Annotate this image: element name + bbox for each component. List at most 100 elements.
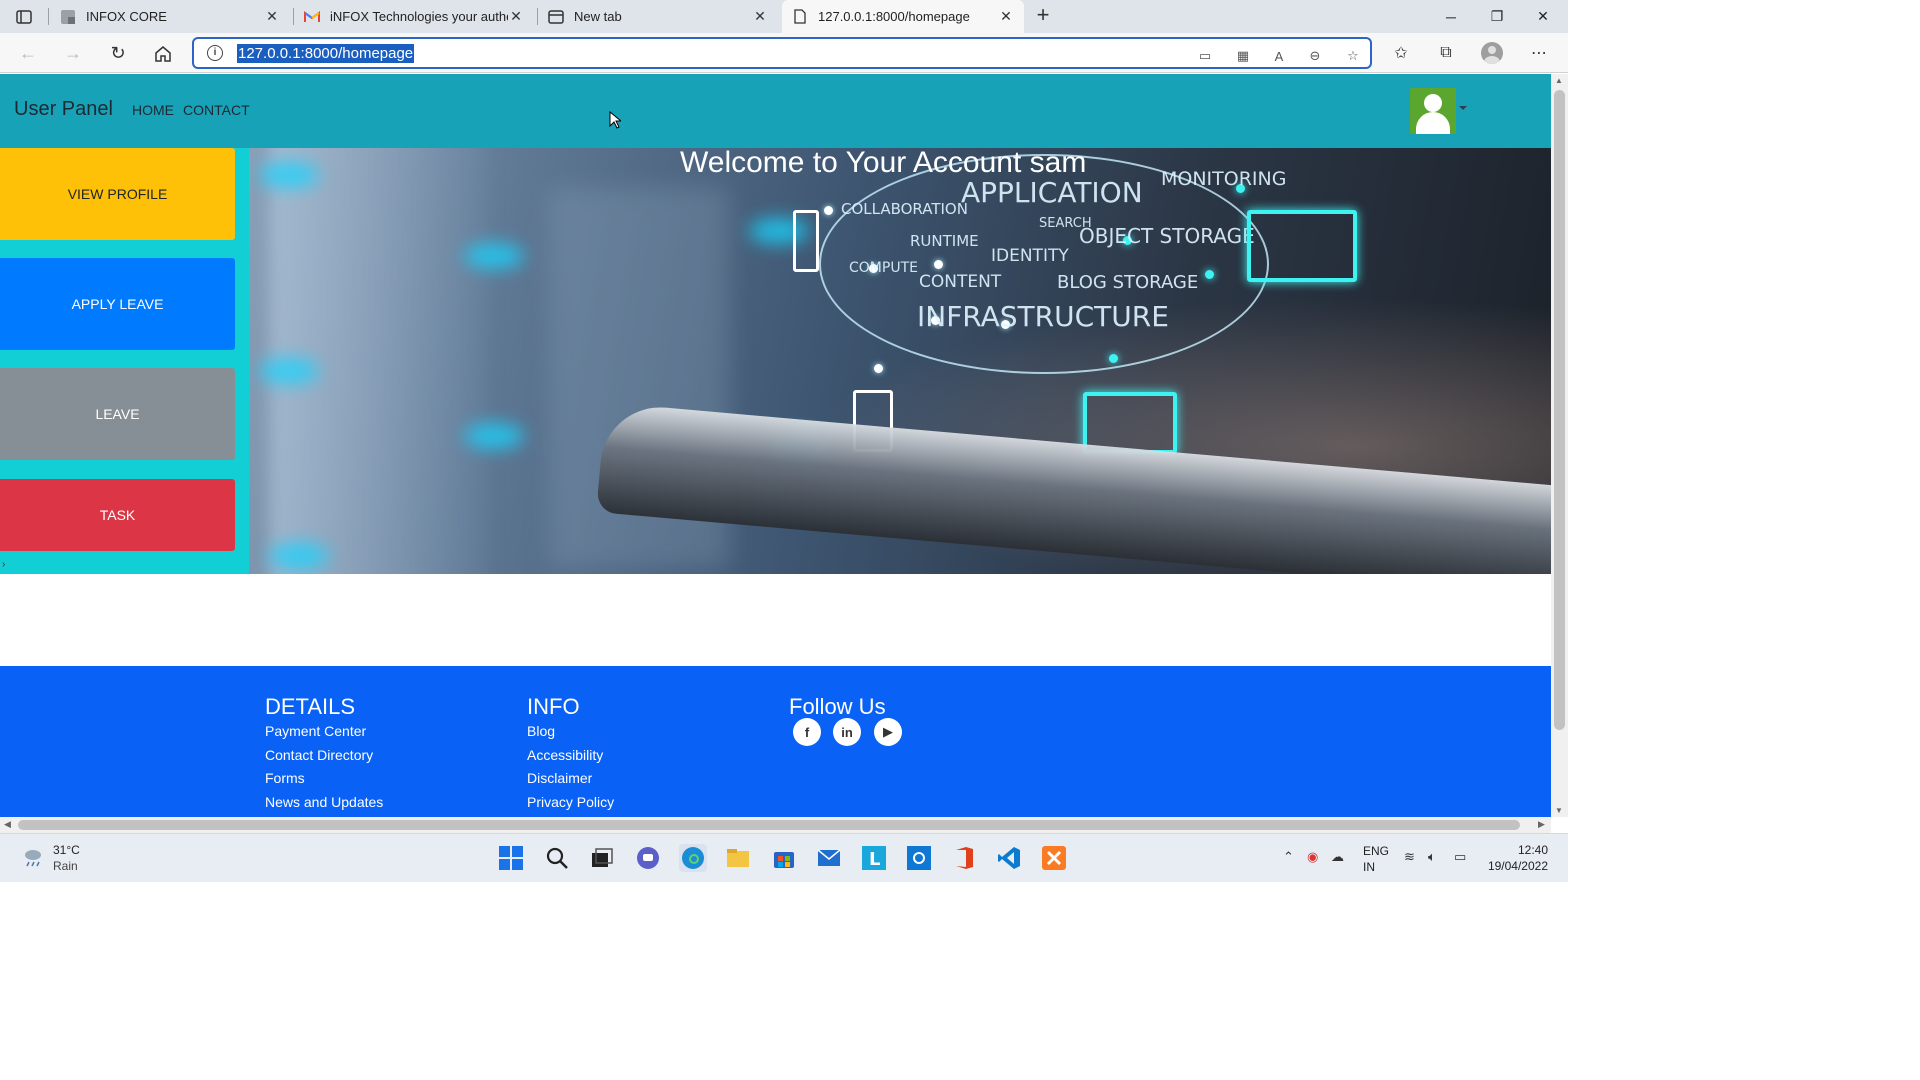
leave-button[interactable]: LEAVE xyxy=(0,368,235,460)
onedrive-icon[interactable]: ☁ xyxy=(1331,849,1344,865)
vertical-scrollbar[interactable]: ▲ ▼ xyxy=(1551,74,1568,817)
file-explorer-icon[interactable] xyxy=(724,844,752,872)
weather-temp[interactable]: 31°C xyxy=(53,843,80,857)
search-icon[interactable] xyxy=(543,844,571,872)
task-view-icon[interactable] xyxy=(588,844,616,872)
record-icon[interactable]: ◉ xyxy=(1307,849,1318,865)
task-button[interactable]: TASK xyxy=(0,479,235,551)
browser-toolbar: ← → ↻ i 127.0.0.1:8000/homepage ▭ ▦ A ⊖ … xyxy=(0,33,1568,73)
edge-browser-icon[interactable] xyxy=(679,844,707,872)
news-updates-link[interactable]: News and Updates xyxy=(265,794,383,810)
facebook-icon[interactable]: f xyxy=(793,718,821,746)
tab-title: 127.0.0.1:8000/homepage xyxy=(818,9,970,24)
url-text[interactable]: 127.0.0.1:8000/homepage xyxy=(237,43,415,63)
tab-close-icon[interactable]: ✕ xyxy=(264,8,280,25)
horizontal-scrollbar[interactable]: ◀ ▶ xyxy=(0,817,1551,833)
scroll-left-icon[interactable]: ◀ xyxy=(4,819,11,830)
document-icon xyxy=(792,9,808,25)
qr-code-icon[interactable]: ▦ xyxy=(1234,47,1252,65)
site-info-icon[interactable]: i xyxy=(207,45,223,61)
youtube-icon[interactable]: ▶ xyxy=(874,718,902,746)
scroll-thumb[interactable] xyxy=(18,820,1520,830)
footer-details-heading: DETAILS xyxy=(265,694,356,719)
new-tab-button[interactable]: + xyxy=(1031,4,1055,28)
vscode-icon[interactable] xyxy=(995,844,1023,872)
linkedin-icon[interactable]: in xyxy=(833,718,861,746)
profile-icon[interactable] xyxy=(1479,40,1505,66)
tab-new-tab[interactable]: New tab ✕ xyxy=(538,0,778,33)
clock-time[interactable]: 12:40 xyxy=(1478,843,1548,857)
view-profile-button[interactable]: VIEW PROFILE xyxy=(0,148,235,240)
outlook-icon[interactable] xyxy=(905,844,933,872)
more-menu-icon[interactable]: ⋯ xyxy=(1526,40,1552,66)
forms-link[interactable]: Forms xyxy=(265,770,305,786)
battery-icon[interactable]: ▭ xyxy=(1454,849,1466,865)
tab-gmail[interactable]: iNFOX Technologies your authen ✕ xyxy=(294,0,534,33)
close-window-icon[interactable]: ✕ xyxy=(1520,0,1566,33)
top-navbar: User Panel HOME CONTACT xyxy=(0,74,1551,148)
nav-home-link[interactable]: HOME xyxy=(132,102,174,118)
teams-chat-icon[interactable] xyxy=(634,844,662,872)
minimize-icon[interactable]: ─ xyxy=(1428,0,1474,33)
scroll-right-icon[interactable]: ▶ xyxy=(1538,819,1545,830)
footer-info-heading: INFO xyxy=(527,694,580,719)
weather-desc[interactable]: Rain xyxy=(53,859,78,873)
scroll-down-icon[interactable]: ▼ xyxy=(1555,806,1563,815)
home-icon[interactable] xyxy=(149,39,177,67)
disclaimer-link[interactable]: Disclaimer xyxy=(527,770,592,786)
app-available-icon[interactable]: ▭ xyxy=(1196,47,1214,65)
tab-close-icon[interactable]: ✕ xyxy=(998,8,1014,25)
contact-directory-link[interactable]: Contact Directory xyxy=(265,747,373,763)
chevron-down-icon[interactable] xyxy=(1459,106,1467,110)
svg-text:L: L xyxy=(869,849,880,870)
user-avatar-icon[interactable] xyxy=(1410,88,1456,134)
sidebar: VIEW PROFILE APPLY LEAVE LEAVE TASK › xyxy=(0,148,249,574)
scroll-thumb[interactable] xyxy=(1554,90,1565,730)
refresh-icon[interactable]: ↻ xyxy=(104,39,132,67)
xampp-icon[interactable] xyxy=(1040,844,1068,872)
rain-cloud-icon[interactable] xyxy=(22,846,44,868)
accessibility-link[interactable]: Accessibility xyxy=(527,747,603,763)
chevron-right-icon[interactable]: › xyxy=(2,559,5,570)
tab-close-icon[interactable]: ✕ xyxy=(752,8,768,25)
favorites-icon[interactable]: ✩ xyxy=(1388,40,1414,66)
read-aloud-icon[interactable]: A xyxy=(1270,47,1288,65)
tag-identity: IDENTITY xyxy=(991,246,1069,266)
zoom-out-icon[interactable]: ⊖ xyxy=(1306,47,1324,65)
language-region[interactable]: IN xyxy=(1363,860,1375,874)
scroll-up-icon[interactable]: ▲ xyxy=(1555,76,1563,85)
restore-icon[interactable]: ❐ xyxy=(1474,0,1520,33)
tab-close-icon[interactable]: ✕ xyxy=(508,8,524,25)
tab-title: New tab xyxy=(574,9,622,24)
tab-infox-core[interactable]: INFOX CORE ✕ xyxy=(50,0,290,33)
volume-icon[interactable]: 🔈︎ xyxy=(1428,849,1436,865)
tab-title: INFOX CORE xyxy=(86,9,167,24)
tablet-in-hand-graphic xyxy=(596,402,1551,574)
web-page: User Panel HOME CONTACT VIEW PROFILE APP… xyxy=(0,74,1551,817)
add-favorite-icon[interactable]: ☆ xyxy=(1344,47,1362,65)
collections-icon[interactable]: ⧉ xyxy=(1433,40,1459,66)
chevron-up-icon[interactable]: ⌃ xyxy=(1283,849,1294,865)
office-icon[interactable] xyxy=(950,844,978,872)
apply-leave-button[interactable]: APPLY LEAVE xyxy=(0,258,235,350)
tag-runtime: RUNTIME xyxy=(910,232,979,250)
microsoft-store-icon[interactable] xyxy=(770,844,798,872)
tab-actions-icon[interactable] xyxy=(10,6,38,28)
windows-start-icon[interactable] xyxy=(497,844,525,872)
wifi-icon[interactable]: ≋ xyxy=(1404,849,1415,865)
privacy-policy-link[interactable]: Privacy Policy xyxy=(527,794,614,810)
forward-icon[interactable]: → xyxy=(59,39,87,67)
language-indicator[interactable]: ENG xyxy=(1363,844,1389,858)
clock-date[interactable]: 19/04/2022 xyxy=(1478,859,1548,873)
nav-contact-link[interactable]: CONTACT xyxy=(183,102,250,118)
tag-monitoring: MONITORING xyxy=(1161,168,1287,190)
back-icon[interactable]: ← xyxy=(14,39,42,67)
l-app-icon[interactable]: L xyxy=(860,844,888,872)
brand-link[interactable]: User Panel xyxy=(14,98,113,121)
mail-icon[interactable] xyxy=(815,844,843,872)
address-bar[interactable]: i 127.0.0.1:8000/homepage ▭ ▦ A ⊖ ☆ xyxy=(192,37,1372,69)
payment-center-link[interactable]: Payment Center xyxy=(265,723,366,739)
monitor-graphic xyxy=(1247,210,1357,282)
blog-link[interactable]: Blog xyxy=(527,723,555,739)
tab-homepage[interactable]: 127.0.0.1:8000/homepage ✕ xyxy=(782,0,1024,33)
